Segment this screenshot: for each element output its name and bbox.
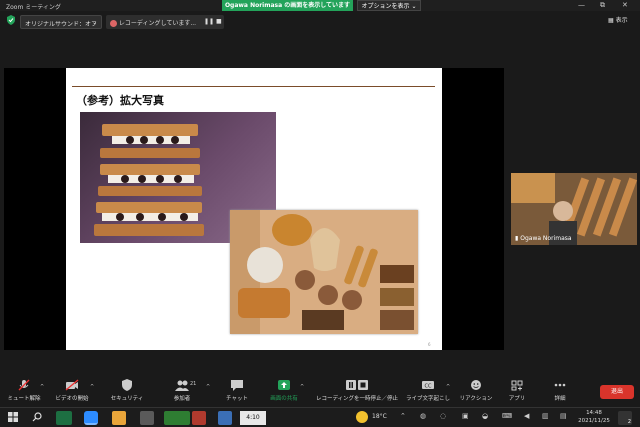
more-button[interactable]: 詳細 (546, 373, 574, 407)
zoom-taskbar-icon[interactable] (84, 411, 98, 425)
unmute-label: ミュート解除 (7, 396, 41, 402)
clock-date: 2021/11/25 (578, 418, 610, 424)
progress-meter: 4:10 (240, 411, 266, 425)
apps-icon (511, 380, 523, 391)
pause-recording-icon[interactable]: ❚❚ (204, 18, 214, 25)
security-button[interactable]: セキュリティ (108, 373, 146, 407)
participants-button[interactable]: 参加者 (164, 373, 200, 407)
slide-title: （参考）拡大写真 (76, 94, 164, 107)
search-icon[interactable] (32, 412, 42, 422)
taskbar-app-icon[interactable] (218, 411, 232, 425)
meter-value: 4:10 (246, 414, 260, 421)
reactions-button[interactable]: リアクション (458, 373, 494, 407)
taskbar-app-icon[interactable] (164, 411, 190, 425)
clock[interactable]: 14:48 2021/11/25 (574, 409, 614, 425)
share-screen-label: 画面の共有 (270, 396, 298, 402)
live-transcript-label: ライブ文字起こし (405, 396, 450, 402)
windows-taskbar: 4:10 18°C ⌃ ◍ ◌ ▣ ◒ ⌨ ◀ ▥ ▤ 14:48 2021/1… (0, 407, 640, 427)
recording-status: レコーディングしています... ❚❚ ■ (106, 15, 224, 29)
chevron-up-icon[interactable]: ⌃ (400, 412, 406, 420)
apps-label: アプリ (508, 396, 526, 402)
view-button[interactable]: ▦ 表示 (608, 15, 628, 24)
network-icon[interactable]: ◒ (482, 412, 488, 420)
participants-label: 参加者 (173, 396, 191, 402)
recording-pause-stop-label: レコーディングを一時停止／停止 (315, 396, 399, 402)
sun-weather-icon[interactable] (356, 411, 368, 423)
chat-bubble-icon (231, 380, 243, 391)
microphone-muted-icon (18, 379, 30, 391)
security-label: セキュリティ (110, 396, 144, 402)
more-dots-icon (554, 383, 566, 387)
participant-video-tile[interactable]: ▮ Ogawa Norimasa (511, 173, 637, 245)
start-video-label: ビデオの開始 (55, 396, 89, 402)
recording-cloud-icon (110, 20, 117, 27)
close-button[interactable]: ✕ (622, 1, 628, 9)
svg-text:CC: CC (425, 384, 432, 390)
windows-start-icon[interactable] (8, 412, 18, 422)
view-button-label: 表示 (615, 17, 628, 24)
start-video-button[interactable]: ビデオの開始 (52, 373, 92, 407)
slide-title-rule (72, 86, 435, 87)
original-sound-dropdown[interactable]: オリジナルサウンド：オフ ⌄ (20, 15, 102, 29)
video-options-caret[interactable]: ^ (90, 384, 94, 390)
pause-stop-icon (346, 380, 368, 390)
excel-taskbar-icon[interactable] (56, 411, 72, 425)
original-sound-label: オリジナルサウンド：オフ (25, 21, 98, 28)
unmute-button[interactable]: ミュート解除 (4, 373, 44, 407)
closed-caption-icon: CC (422, 381, 434, 390)
volume-icon[interactable]: ◀ (524, 412, 529, 420)
apps-button[interactable]: アプリ (502, 373, 532, 407)
more-label: 詳細 (554, 396, 566, 402)
clock-time: 14:48 (586, 410, 602, 416)
app-title: Zoom ミーティング (6, 4, 61, 11)
file-explorer-icon[interactable] (112, 411, 126, 425)
notification-count: 2 (627, 419, 631, 425)
participants-icon (175, 380, 189, 391)
emoji-plus-icon (471, 380, 481, 390)
taskbar-app-icon[interactable] (140, 411, 154, 425)
participant-name: ▮ Ogawa Norimasa (515, 235, 572, 242)
tray-app-icon[interactable]: ▣ (462, 412, 469, 420)
chevron-down-icon: ⌄ (91, 19, 97, 26)
grid-icon: ▦ (608, 17, 614, 24)
share-screen-button[interactable]: 画面の共有 (264, 373, 304, 407)
tray-app-icon[interactable]: ▤ (560, 412, 567, 420)
meeting-toolbar: ミュート解除 ^ ビデオの開始 ^ セキュリティ 参加者 21 ^ チャット 画… (0, 373, 640, 407)
reactions-label: リアクション (459, 396, 493, 402)
tray-app-icon[interactable]: ▥ (542, 412, 549, 420)
share-options-caret[interactable]: ^ (300, 384, 304, 390)
tray-app-icon[interactable]: ◌ (440, 412, 446, 420)
restore-button[interactable]: ⧉ (600, 1, 605, 10)
minimize-button[interactable]: — (578, 1, 585, 9)
slide-page-number: 6 (428, 342, 431, 347)
presentation-slide: （参考）拡大写真 6 (66, 68, 442, 350)
assorted-pastries-photo (230, 210, 418, 334)
chat-label: チャット (226, 396, 248, 402)
keyboard-icon[interactable]: ⌨ (502, 412, 512, 420)
shield-icon[interactable] (6, 15, 16, 25)
chat-button[interactable]: チャット (218, 373, 256, 407)
participants-count: 21 (190, 381, 197, 387)
participants-options-caret[interactable]: ^ (206, 384, 210, 390)
captions-options-caret[interactable]: ^ (446, 384, 450, 390)
view-options-button[interactable]: オプションを表示 ⌄ (357, 0, 421, 11)
share-banner: Ogawa Norimasa の画面を表示しています (222, 0, 353, 11)
weather-temperature[interactable]: 18°C (372, 413, 387, 420)
recording-pause-stop-button[interactable]: レコーディングを一時停止／停止 (312, 373, 402, 407)
video-off-icon (65, 379, 79, 391)
taskbar-app-icon[interactable] (192, 411, 206, 425)
security-shield-icon (122, 379, 132, 391)
recording-status-label: レコーディングしています... (118, 20, 197, 27)
participant-name-label: Ogawa Norimasa (520, 235, 572, 242)
tray-app-icon[interactable]: ◍ (420, 412, 426, 420)
notification-center-icon[interactable]: 2 (618, 411, 632, 425)
share-screen-icon (278, 380, 290, 390)
audio-options-caret[interactable]: ^ (40, 384, 44, 390)
signal-icon: ▮ (515, 235, 519, 242)
stop-recording-icon[interactable]: ■ (216, 18, 222, 25)
live-transcript-button[interactable]: CC ライブ文字起こし (404, 373, 452, 407)
leave-button[interactable]: 退出 (600, 385, 634, 399)
